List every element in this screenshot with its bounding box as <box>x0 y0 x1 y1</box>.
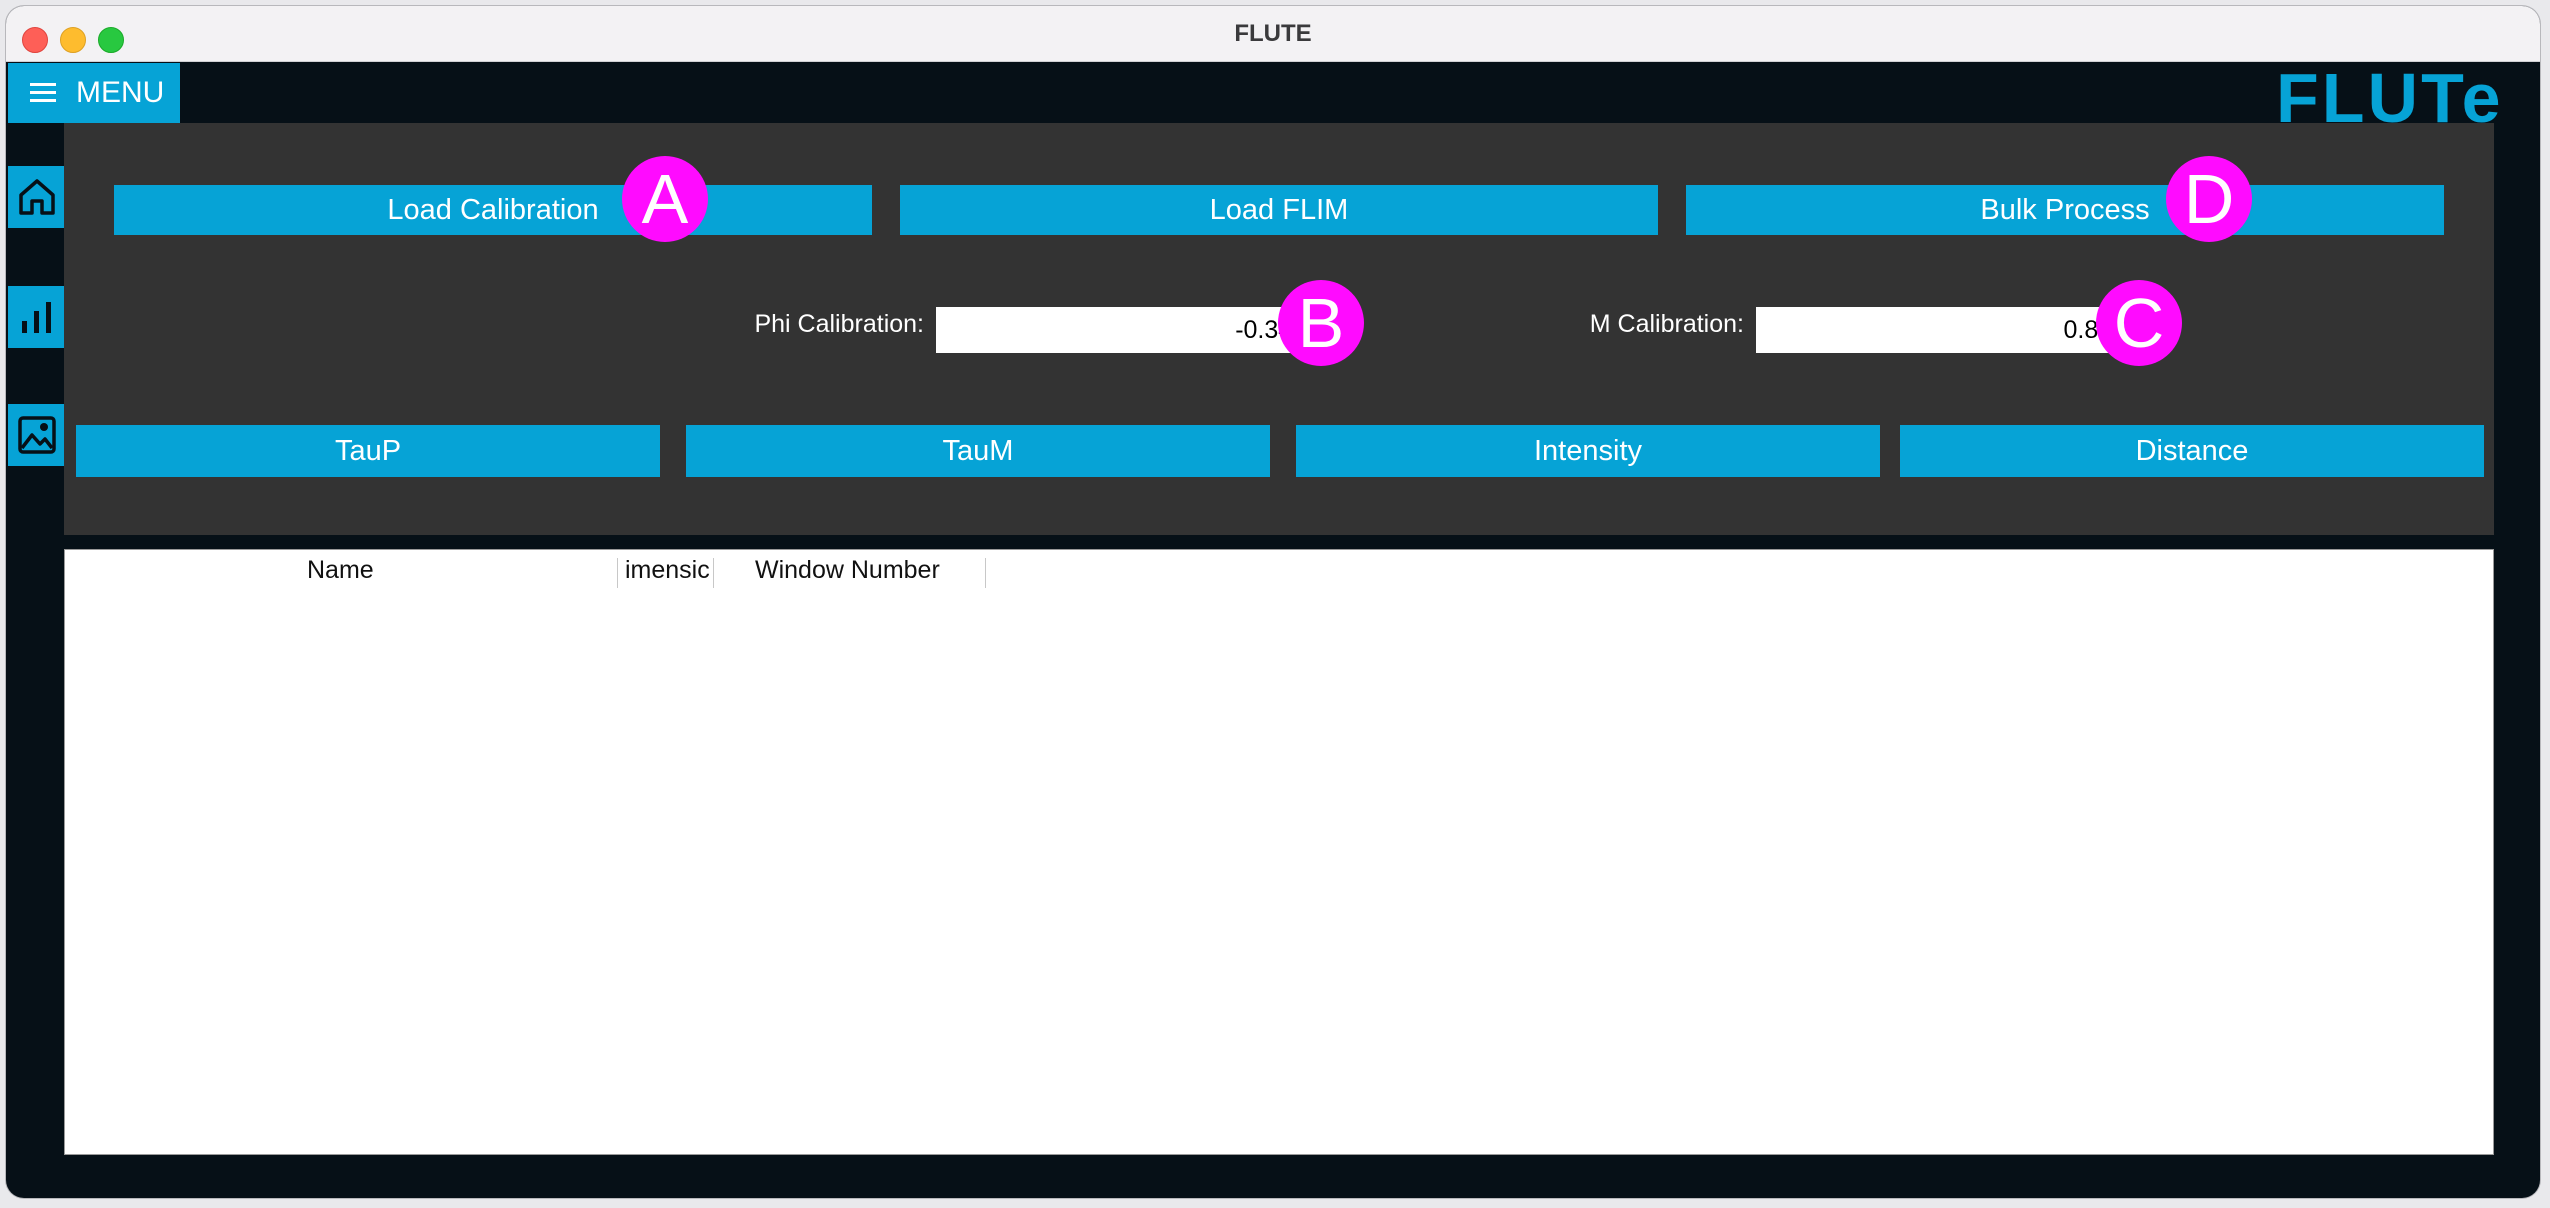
column-header-window-number[interactable]: Window Number <box>755 550 995 590</box>
taum-button[interactable]: TauM <box>686 425 1270 477</box>
menu-button[interactable]: MENU <box>8 63 180 123</box>
phi-calibration-input[interactable] <box>936 307 1328 353</box>
column-separator[interactable] <box>985 558 986 588</box>
sidebar-item-home[interactable] <box>8 166 66 228</box>
sidebar-item-chart[interactable] <box>8 286 66 348</box>
window-title: FLUTE <box>1234 20 1312 47</box>
load-flim-button[interactable]: Load FLIM <box>900 185 1658 235</box>
image-table[interactable]: Name imensic Window Number <box>64 549 2494 1155</box>
bar-chart-icon <box>22 302 51 333</box>
column-separator[interactable] <box>713 558 714 588</box>
column-header-dimension[interactable]: imensic <box>625 550 711 590</box>
annotation-marker-c: C <box>2096 280 2182 366</box>
hamburger-icon <box>30 83 56 103</box>
column-separator[interactable] <box>617 558 618 588</box>
intensity-button[interactable]: Intensity <box>1296 425 1880 477</box>
taup-button[interactable]: TauP <box>76 425 660 477</box>
annotation-marker-b: B <box>1278 280 1364 366</box>
sidebar-item-image[interactable] <box>8 404 66 466</box>
menu-label: MENU <box>76 76 165 109</box>
m-calibration-input[interactable] <box>1756 307 2148 353</box>
title-bar: FLUTE <box>6 6 2540 62</box>
home-icon <box>19 179 55 215</box>
phi-calibration-label: Phi Calibration: <box>754 310 924 338</box>
app-window: FLUTE MENU FLUTe Load Calibration Load F… <box>6 6 2540 1198</box>
annotation-marker-d: D <box>2166 156 2252 242</box>
annotation-marker-a: A <box>622 156 708 242</box>
image-icon <box>18 416 56 454</box>
column-header-name[interactable]: Name <box>307 550 457 590</box>
bulk-process-button[interactable]: Bulk Process <box>1686 185 2444 235</box>
distance-button[interactable]: Distance <box>1900 425 2484 477</box>
m-calibration-label: M Calibration: <box>1589 310 1744 338</box>
load-calibration-button[interactable]: Load Calibration <box>114 185 872 235</box>
